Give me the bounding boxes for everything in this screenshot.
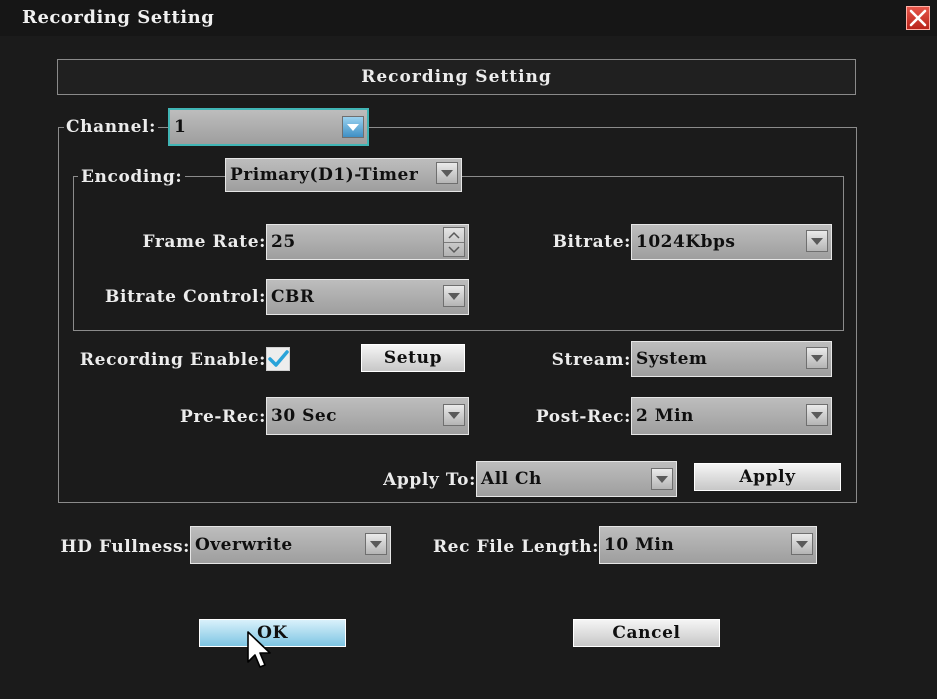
recording-enable-checkbox[interactable] bbox=[266, 347, 290, 371]
frame-rate-stepper[interactable]: 25 bbox=[266, 224, 469, 260]
rec-file-length-dropdown-button[interactable] bbox=[791, 533, 813, 555]
pre-rec-dropdown-button[interactable] bbox=[443, 404, 465, 426]
mouse-pointer-icon bbox=[246, 630, 276, 675]
recording-enable-label: Recording Enable: bbox=[79, 350, 266, 370]
chevron-down-icon bbox=[656, 476, 668, 483]
bitrate-select[interactable]: 1024Kbps bbox=[631, 224, 832, 260]
bitrate-label: Bitrate: bbox=[552, 232, 631, 252]
hd-fullness-select[interactable]: Overwrite bbox=[190, 526, 391, 564]
channel-label: Channel: bbox=[64, 116, 158, 138]
encoding-dropdown-button[interactable] bbox=[436, 162, 458, 184]
post-rec-dropdown-button[interactable] bbox=[806, 404, 828, 426]
chevron-down-icon bbox=[448, 293, 460, 300]
close-icon bbox=[909, 9, 927, 27]
apply-to-value: All Ch bbox=[481, 469, 542, 489]
stream-label: Stream: bbox=[551, 350, 631, 370]
channel-dropdown-button[interactable] bbox=[342, 116, 364, 138]
bitrate-control-select[interactable]: CBR bbox=[266, 279, 469, 315]
rec-file-length-label: Rec File Length: bbox=[432, 537, 599, 557]
hd-fullness-dropdown-button[interactable] bbox=[365, 533, 387, 555]
channel-value: 1 bbox=[174, 117, 187, 137]
stream-dropdown-button[interactable] bbox=[806, 347, 828, 369]
apply-to-dropdown-button[interactable] bbox=[651, 468, 673, 490]
frame-rate-spinner[interactable] bbox=[443, 227, 465, 257]
bitrate-control-label: Bitrate Control: bbox=[105, 287, 266, 307]
chevron-down-icon bbox=[796, 541, 808, 548]
setup-button[interactable]: Setup bbox=[361, 344, 465, 372]
chevron-down-icon bbox=[370, 541, 382, 548]
chevron-up-icon bbox=[448, 231, 460, 239]
encoding-label: Encoding: bbox=[78, 166, 186, 188]
channel-select[interactable]: 1 bbox=[168, 108, 369, 146]
chevron-down-icon bbox=[441, 170, 453, 177]
post-rec-label: Post-Rec: bbox=[535, 407, 631, 427]
window-title: Recording Setting bbox=[22, 7, 215, 28]
chevron-down-icon bbox=[811, 412, 823, 419]
pre-rec-value: 30 Sec bbox=[271, 406, 338, 426]
bitrate-value: 1024Kbps bbox=[636, 232, 736, 252]
pre-rec-select[interactable]: 30 Sec bbox=[266, 397, 469, 435]
apply-button[interactable]: Apply bbox=[694, 463, 841, 491]
chevron-down-icon bbox=[448, 412, 460, 419]
hd-fullness-label: HD Fullness: bbox=[60, 537, 190, 557]
hd-fullness-value: Overwrite bbox=[195, 535, 293, 555]
bitrate-control-value: CBR bbox=[271, 287, 315, 307]
pre-rec-label: Pre-Rec: bbox=[180, 407, 266, 427]
cancel-button[interactable]: Cancel bbox=[573, 619, 720, 647]
apply-to-label: Apply To: bbox=[383, 470, 476, 490]
checkmark-icon bbox=[268, 350, 289, 367]
increment-button[interactable] bbox=[444, 228, 464, 242]
stream-select[interactable]: System bbox=[631, 341, 832, 377]
encoding-select[interactable]: Primary(D1)-Timer bbox=[225, 158, 462, 192]
page-title: Recording Setting bbox=[57, 59, 856, 95]
close-button[interactable] bbox=[906, 6, 930, 30]
post-rec-value: 2 Min bbox=[636, 406, 694, 426]
post-rec-select[interactable]: 2 Min bbox=[631, 397, 832, 435]
chevron-down-icon bbox=[811, 355, 823, 362]
frame-rate-label: Frame Rate: bbox=[142, 232, 266, 252]
decrement-button[interactable] bbox=[444, 242, 464, 257]
chevron-down-icon bbox=[347, 124, 359, 131]
rec-file-length-value: 10 Min bbox=[604, 535, 675, 555]
chevron-down-icon bbox=[448, 246, 460, 254]
bitrate-dropdown-button[interactable] bbox=[806, 230, 828, 252]
frame-rate-value: 25 bbox=[271, 232, 296, 252]
bitrate-control-dropdown-button[interactable] bbox=[443, 285, 465, 307]
rec-file-length-select[interactable]: 10 Min bbox=[599, 526, 817, 564]
stream-value: System bbox=[636, 349, 708, 369]
apply-to-select[interactable]: All Ch bbox=[476, 461, 677, 497]
chevron-down-icon bbox=[811, 238, 823, 245]
encoding-value: Primary(D1)-Timer bbox=[230, 165, 419, 185]
